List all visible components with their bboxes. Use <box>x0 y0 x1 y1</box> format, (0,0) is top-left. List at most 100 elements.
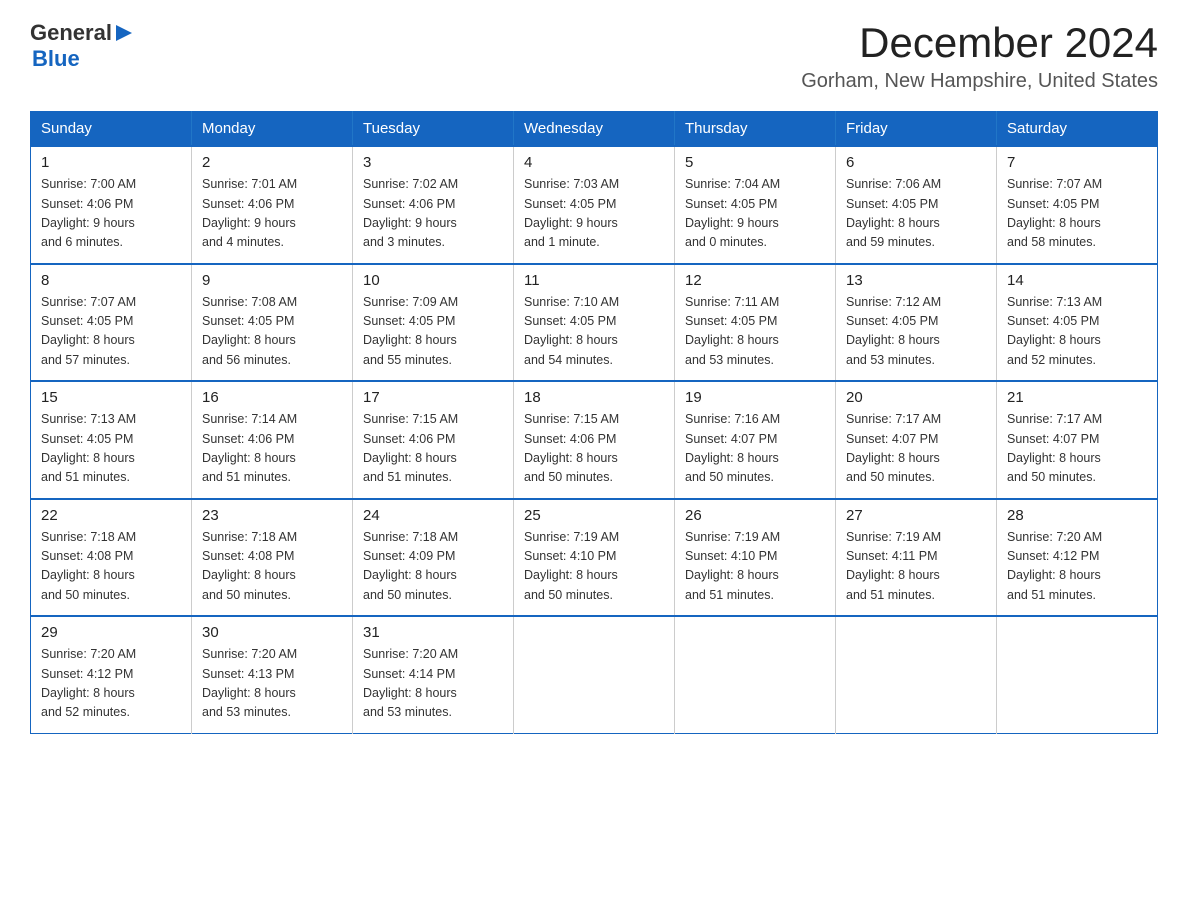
calendar-cell: 18 Sunrise: 7:15 AMSunset: 4:06 PMDaylig… <box>514 381 675 499</box>
calendar-cell: 15 Sunrise: 7:13 AMSunset: 4:05 PMDaylig… <box>31 381 192 499</box>
calendar-cell <box>836 616 997 733</box>
calendar-cell: 20 Sunrise: 7:17 AMSunset: 4:07 PMDaylig… <box>836 381 997 499</box>
day-info: Sunrise: 7:18 AMSunset: 4:09 PMDaylight:… <box>363 528 503 606</box>
page-header: General Blue December 2024 Gorham, New H… <box>30 20 1158 93</box>
day-info: Sunrise: 7:03 AMSunset: 4:05 PMDaylight:… <box>524 175 664 253</box>
day-number: 9 <box>202 272 342 289</box>
day-info: Sunrise: 7:14 AMSunset: 4:06 PMDaylight:… <box>202 410 342 488</box>
day-info: Sunrise: 7:20 AMSunset: 4:12 PMDaylight:… <box>41 645 181 723</box>
day-info: Sunrise: 7:11 AMSunset: 4:05 PMDaylight:… <box>685 293 825 371</box>
column-header-friday: Friday <box>836 112 997 147</box>
day-info: Sunrise: 7:19 AMSunset: 4:10 PMDaylight:… <box>685 528 825 606</box>
calendar-cell: 29 Sunrise: 7:20 AMSunset: 4:12 PMDaylig… <box>31 616 192 733</box>
calendar-cell: 5 Sunrise: 7:04 AMSunset: 4:05 PMDayligh… <box>675 146 836 264</box>
day-info: Sunrise: 7:20 AMSunset: 4:14 PMDaylight:… <box>363 645 503 723</box>
day-number: 15 <box>41 389 181 406</box>
day-number: 16 <box>202 389 342 406</box>
calendar-cell: 11 Sunrise: 7:10 AMSunset: 4:05 PMDaylig… <box>514 264 675 382</box>
day-number: 19 <box>685 389 825 406</box>
day-number: 7 <box>1007 154 1147 171</box>
day-number: 25 <box>524 507 664 524</box>
day-number: 26 <box>685 507 825 524</box>
day-number: 5 <box>685 154 825 171</box>
calendar-week-1: 1 Sunrise: 7:00 AMSunset: 4:06 PMDayligh… <box>31 146 1158 264</box>
day-info: Sunrise: 7:00 AMSunset: 4:06 PMDaylight:… <box>41 175 181 253</box>
day-number: 8 <box>41 272 181 289</box>
logo-general-text: General <box>30 20 112 46</box>
day-number: 22 <box>41 507 181 524</box>
day-info: Sunrise: 7:18 AMSunset: 4:08 PMDaylight:… <box>202 528 342 606</box>
day-info: Sunrise: 7:17 AMSunset: 4:07 PMDaylight:… <box>1007 410 1147 488</box>
column-header-sunday: Sunday <box>31 112 192 147</box>
day-info: Sunrise: 7:18 AMSunset: 4:08 PMDaylight:… <box>41 528 181 606</box>
day-number: 31 <box>363 624 503 641</box>
calendar-header-row: SundayMondayTuesdayWednesdayThursdayFrid… <box>31 112 1158 147</box>
logo-triangle-icon <box>114 23 134 43</box>
day-info: Sunrise: 7:12 AMSunset: 4:05 PMDaylight:… <box>846 293 986 371</box>
calendar-subtitle: Gorham, New Hampshire, United States <box>801 70 1158 93</box>
day-number: 11 <box>524 272 664 289</box>
day-number: 17 <box>363 389 503 406</box>
calendar-cell: 2 Sunrise: 7:01 AMSunset: 4:06 PMDayligh… <box>192 146 353 264</box>
column-header-monday: Monday <box>192 112 353 147</box>
day-number: 12 <box>685 272 825 289</box>
day-number: 29 <box>41 624 181 641</box>
day-number: 6 <box>846 154 986 171</box>
calendar-title: December 2024 <box>801 20 1158 66</box>
day-number: 10 <box>363 272 503 289</box>
calendar-week-2: 8 Sunrise: 7:07 AMSunset: 4:05 PMDayligh… <box>31 264 1158 382</box>
column-header-wednesday: Wednesday <box>514 112 675 147</box>
calendar-cell: 22 Sunrise: 7:18 AMSunset: 4:08 PMDaylig… <box>31 499 192 617</box>
day-info: Sunrise: 7:19 AMSunset: 4:10 PMDaylight:… <box>524 528 664 606</box>
day-info: Sunrise: 7:09 AMSunset: 4:05 PMDaylight:… <box>363 293 503 371</box>
day-info: Sunrise: 7:06 AMSunset: 4:05 PMDaylight:… <box>846 175 986 253</box>
calendar-week-3: 15 Sunrise: 7:13 AMSunset: 4:05 PMDaylig… <box>31 381 1158 499</box>
day-info: Sunrise: 7:07 AMSunset: 4:05 PMDaylight:… <box>41 293 181 371</box>
day-info: Sunrise: 7:20 AMSunset: 4:12 PMDaylight:… <box>1007 528 1147 606</box>
calendar-cell <box>514 616 675 733</box>
calendar-cell: 9 Sunrise: 7:08 AMSunset: 4:05 PMDayligh… <box>192 264 353 382</box>
calendar-cell: 19 Sunrise: 7:16 AMSunset: 4:07 PMDaylig… <box>675 381 836 499</box>
day-info: Sunrise: 7:04 AMSunset: 4:05 PMDaylight:… <box>685 175 825 253</box>
calendar-cell: 7 Sunrise: 7:07 AMSunset: 4:05 PMDayligh… <box>997 146 1158 264</box>
logo: General Blue <box>30 20 134 72</box>
day-number: 18 <box>524 389 664 406</box>
day-info: Sunrise: 7:10 AMSunset: 4:05 PMDaylight:… <box>524 293 664 371</box>
day-info: Sunrise: 7:02 AMSunset: 4:06 PMDaylight:… <box>363 175 503 253</box>
day-info: Sunrise: 7:20 AMSunset: 4:13 PMDaylight:… <box>202 645 342 723</box>
day-info: Sunrise: 7:07 AMSunset: 4:05 PMDaylight:… <box>1007 175 1147 253</box>
title-area: December 2024 Gorham, New Hampshire, Uni… <box>801 20 1158 93</box>
day-info: Sunrise: 7:13 AMSunset: 4:05 PMDaylight:… <box>41 410 181 488</box>
day-info: Sunrise: 7:08 AMSunset: 4:05 PMDaylight:… <box>202 293 342 371</box>
day-info: Sunrise: 7:13 AMSunset: 4:05 PMDaylight:… <box>1007 293 1147 371</box>
day-info: Sunrise: 7:15 AMSunset: 4:06 PMDaylight:… <box>363 410 503 488</box>
calendar-week-4: 22 Sunrise: 7:18 AMSunset: 4:08 PMDaylig… <box>31 499 1158 617</box>
calendar-cell: 6 Sunrise: 7:06 AMSunset: 4:05 PMDayligh… <box>836 146 997 264</box>
calendar-cell: 30 Sunrise: 7:20 AMSunset: 4:13 PMDaylig… <box>192 616 353 733</box>
day-number: 2 <box>202 154 342 171</box>
calendar-cell: 12 Sunrise: 7:11 AMSunset: 4:05 PMDaylig… <box>675 264 836 382</box>
day-number: 20 <box>846 389 986 406</box>
calendar-cell: 31 Sunrise: 7:20 AMSunset: 4:14 PMDaylig… <box>353 616 514 733</box>
calendar-cell: 23 Sunrise: 7:18 AMSunset: 4:08 PMDaylig… <box>192 499 353 617</box>
calendar-cell: 25 Sunrise: 7:19 AMSunset: 4:10 PMDaylig… <box>514 499 675 617</box>
logo-blue-text: Blue <box>32 46 80 71</box>
day-info: Sunrise: 7:01 AMSunset: 4:06 PMDaylight:… <box>202 175 342 253</box>
calendar-cell: 21 Sunrise: 7:17 AMSunset: 4:07 PMDaylig… <box>997 381 1158 499</box>
column-header-thursday: Thursday <box>675 112 836 147</box>
day-number: 14 <box>1007 272 1147 289</box>
calendar-cell: 14 Sunrise: 7:13 AMSunset: 4:05 PMDaylig… <box>997 264 1158 382</box>
calendar-cell: 1 Sunrise: 7:00 AMSunset: 4:06 PMDayligh… <box>31 146 192 264</box>
calendar-cell: 16 Sunrise: 7:14 AMSunset: 4:06 PMDaylig… <box>192 381 353 499</box>
day-info: Sunrise: 7:19 AMSunset: 4:11 PMDaylight:… <box>846 528 986 606</box>
day-number: 4 <box>524 154 664 171</box>
calendar-cell: 26 Sunrise: 7:19 AMSunset: 4:10 PMDaylig… <box>675 499 836 617</box>
calendar-cell: 10 Sunrise: 7:09 AMSunset: 4:05 PMDaylig… <box>353 264 514 382</box>
day-number: 23 <box>202 507 342 524</box>
day-info: Sunrise: 7:15 AMSunset: 4:06 PMDaylight:… <box>524 410 664 488</box>
day-number: 24 <box>363 507 503 524</box>
calendar-cell: 3 Sunrise: 7:02 AMSunset: 4:06 PMDayligh… <box>353 146 514 264</box>
day-number: 27 <box>846 507 986 524</box>
calendar-cell <box>997 616 1158 733</box>
calendar-cell: 17 Sunrise: 7:15 AMSunset: 4:06 PMDaylig… <box>353 381 514 499</box>
